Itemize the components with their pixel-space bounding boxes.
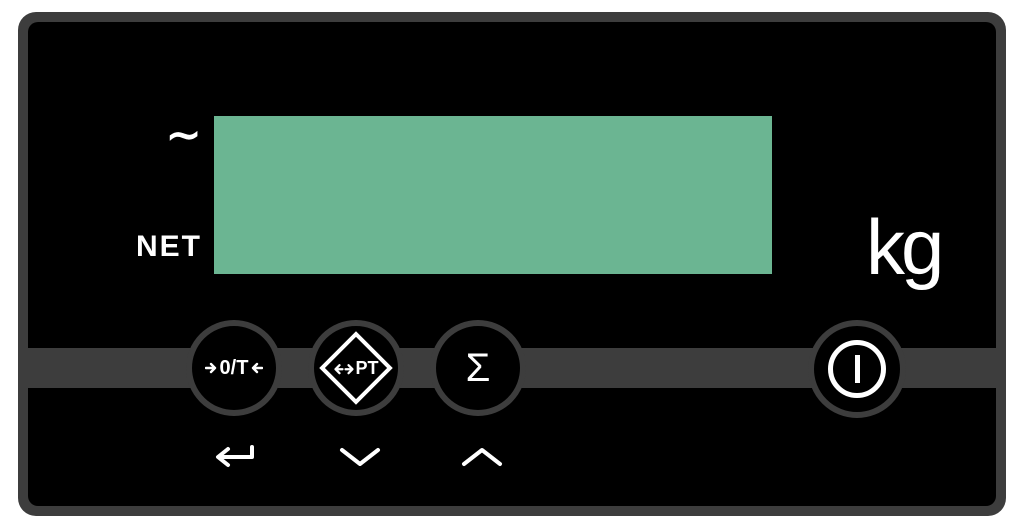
power-icon <box>828 340 886 398</box>
power-button[interactable] <box>808 320 906 418</box>
device-face: ∼ NET kg 0/T <box>28 22 996 506</box>
diamond-icon: PT <box>319 331 393 405</box>
arrow-left-in-icon <box>249 361 263 375</box>
unit-label: kg <box>866 202 940 293</box>
down-icon <box>332 438 388 478</box>
lcd-display <box>214 116 772 274</box>
zero-tare-text: 0/T <box>220 357 249 380</box>
preset-tare-button[interactable]: PT <box>308 320 404 416</box>
arrow-right-icon <box>344 362 354 374</box>
arrow-right-in-icon <box>205 361 219 375</box>
net-indicator-label: NET <box>136 230 202 264</box>
zero-tare-button[interactable]: 0/T <box>186 320 282 416</box>
enter-icon <box>206 438 262 478</box>
preset-tare-text: PT <box>355 358 378 379</box>
sigma-icon: Σ <box>466 346 491 391</box>
up-icon <box>454 438 510 478</box>
arrow-left-icon <box>333 362 343 374</box>
motion-indicator-icon: ∼ <box>166 114 201 156</box>
sum-button[interactable]: Σ <box>430 320 526 416</box>
device-bezel: ∼ NET kg 0/T <box>18 12 1006 516</box>
